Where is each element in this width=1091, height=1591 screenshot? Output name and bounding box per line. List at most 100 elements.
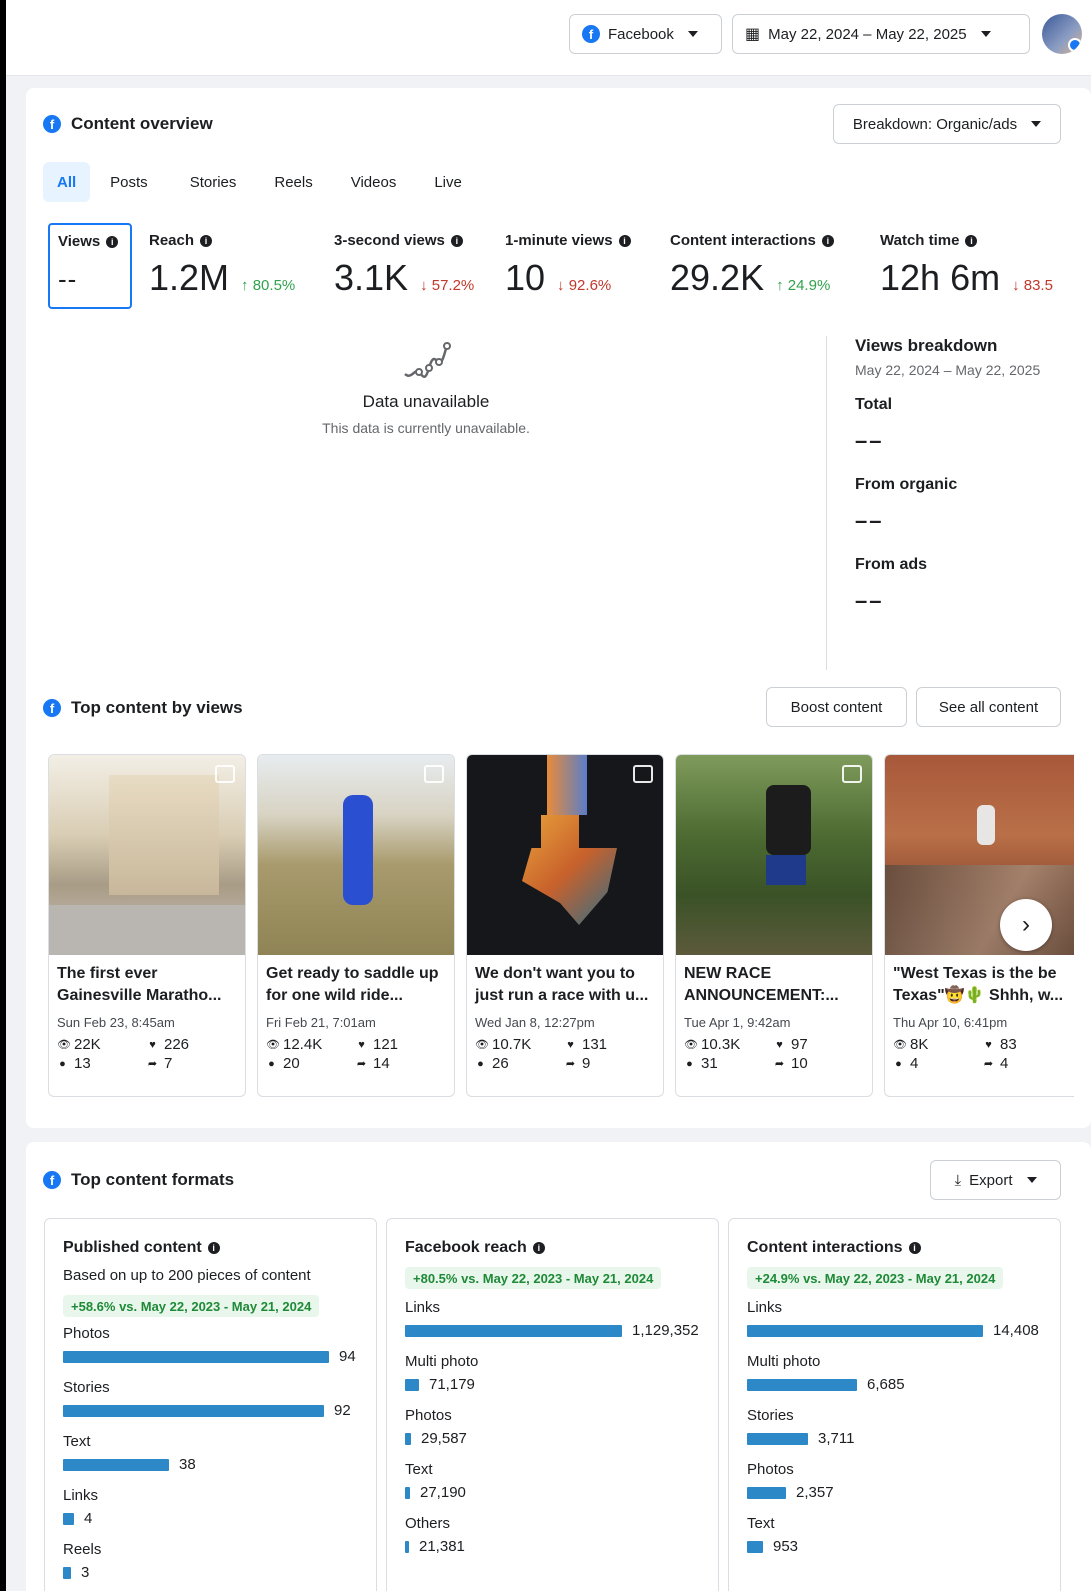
caret-down-icon [980,31,991,37]
format-value: 953 [773,1538,799,1555]
facebook-icon: f [43,699,61,717]
top-content-formats-card: f Top content formats ⤓ Export Published… [26,1142,1091,1591]
post-comments: 31 [701,1055,718,1072]
format-bar [747,1486,786,1499]
breakdown-dropdown[interactable]: Breakdown: Organic/ads [833,104,1061,144]
tab-posts[interactable]: Posts [96,162,162,202]
comment-icon: ● [268,1057,275,1070]
data-unavailable: Data unavailable This data is currently … [286,338,566,436]
views-breakdown-date: May 22, 2024 – May 22, 2025 [855,362,1041,378]
total-value: –– [855,428,884,453]
metric-content-interactions[interactable]: Content interactions i 29.2K ↑ 24.9% [670,232,834,299]
format-label: Photos [63,1325,110,1342]
info-icon[interactable]: i [207,1242,220,1254]
format-label: Text [405,1461,433,1478]
comment-icon: ● [686,1057,693,1070]
format-row: Multi photo 6,685 [747,1353,1047,1393]
metric-label: Reach [149,232,195,249]
info-icon[interactable]: i [821,234,834,247]
info-icon[interactable]: i [908,1242,921,1254]
post-shares: 4 [1000,1055,1009,1072]
export-button[interactable]: ⤓ Export [930,1160,1061,1200]
format-bar [405,1486,410,1499]
carousel-next-button[interactable]: › [1000,899,1052,951]
metric-value: 12h 6m [880,257,1001,298]
format-row: Text 953 [747,1515,1047,1555]
unavailable-subtitle: This data is currently unavailable. [322,420,530,436]
format-row: Photos 2,357 [747,1461,1047,1501]
share-icon: ➦ [565,1058,576,1070]
platform-dropdown[interactable]: f Facebook [569,14,722,54]
content-overview-card: f Content overview Breakdown: Organic/ad… [26,88,1091,1128]
see-all-content-button[interactable]: See all content [916,687,1061,727]
change-pill: +58.6% vs. May 22, 2023 - May 21, 2024 [63,1295,320,1317]
box-title: Content interactions [747,1239,903,1256]
post-card[interactable]: NEW RACE ANNOUNCEMENT:... Tue Apr 1, 9:4… [675,754,873,1097]
post-card[interactable]: We don't want you to just run a race wit… [466,754,664,1097]
format-bar [405,1324,622,1337]
change-pill: +24.9% vs. May 22, 2023 - May 21, 2024 [747,1267,1004,1289]
organic-label: From organic [855,476,958,493]
info-icon[interactable]: i [965,234,978,247]
share-icon: ➦ [774,1058,785,1070]
metric-reach[interactable]: Reach i 1.2M ↑ 80.5% [149,232,295,299]
photo-icon [215,765,235,783]
boost-content-button[interactable]: Boost content [766,687,907,727]
tab-videos[interactable]: Videos [337,162,411,202]
share-icon: ➦ [356,1058,367,1070]
heart-icon: ♥ [358,1038,365,1051]
post-comments: 13 [74,1055,91,1072]
post-thumbnail [676,755,872,955]
facebook-badge-icon [1068,38,1082,52]
format-bar [405,1432,411,1445]
format-bar [747,1432,808,1445]
heart-icon: ♥ [776,1038,783,1051]
info-icon[interactable]: i [532,1242,545,1254]
eye-icon: 👁 [266,1039,280,1051]
format-label: Multi photo [405,1353,479,1370]
format-row: Multi photo 71,179 [405,1353,705,1393]
date-range-dropdown[interactable]: ▦ May 22, 2024 – May 22, 2025 [732,14,1030,54]
photo-icon [424,765,444,783]
format-bar [405,1378,419,1391]
ads-label: From ads [855,556,928,573]
post-date: Thu Apr 10, 6:41pm [893,1015,1008,1030]
unavailable-title: Data unavailable [362,392,490,411]
info-icon[interactable]: i [106,235,119,248]
post-thumbnail [49,755,245,955]
format-value: 6,685 [867,1376,905,1393]
format-value: 71,179 [429,1376,475,1393]
tab-reels[interactable]: Reels [260,162,326,202]
post-shares: 9 [582,1055,591,1072]
metric-3-second-views[interactable]: 3-second views i 3.1K ↓ 57.2% [334,232,474,299]
format-bar [63,1458,169,1471]
metric-label: Content interactions [670,232,816,249]
avatar[interactable] [1042,14,1082,54]
info-icon[interactable]: i [450,234,463,247]
post-date: Sun Feb 23, 8:45am [57,1015,175,1030]
info-icon[interactable]: i [200,234,213,247]
caret-down-icon [687,31,698,37]
post-views: 22K [74,1036,101,1053]
tab-live[interactable]: Live [420,162,476,202]
format-value: 3 [81,1564,90,1581]
photo-icon [633,765,653,783]
post-card[interactable]: The first ever Gainesville Maratho... Su… [48,754,246,1097]
format-value: 38 [179,1456,196,1473]
metric-1-minute-views[interactable]: 1-minute views i 10 ↓ 92.6% [505,232,631,299]
ads-value: –– [855,588,884,613]
tab-stories[interactable]: Stories [176,162,251,202]
info-icon[interactable]: i [618,234,631,247]
metric-views[interactable]: Views i -- [48,223,132,309]
caret-down-icon [1031,121,1042,127]
total-label: Total [855,396,893,413]
metric-watch-time[interactable]: Watch time i 12h 6m ↓ 83.5 [880,232,1062,299]
facebook-icon: f [582,25,600,43]
eye-icon: 👁 [57,1039,71,1051]
comment-icon: ● [895,1057,902,1070]
post-card[interactable]: Get ready to saddle up for one wild ride… [257,754,455,1097]
format-label: Others [405,1515,451,1532]
format-label: Reels [63,1541,102,1558]
post-shares: 7 [164,1055,173,1072]
tab-all[interactable]: All [43,162,91,202]
